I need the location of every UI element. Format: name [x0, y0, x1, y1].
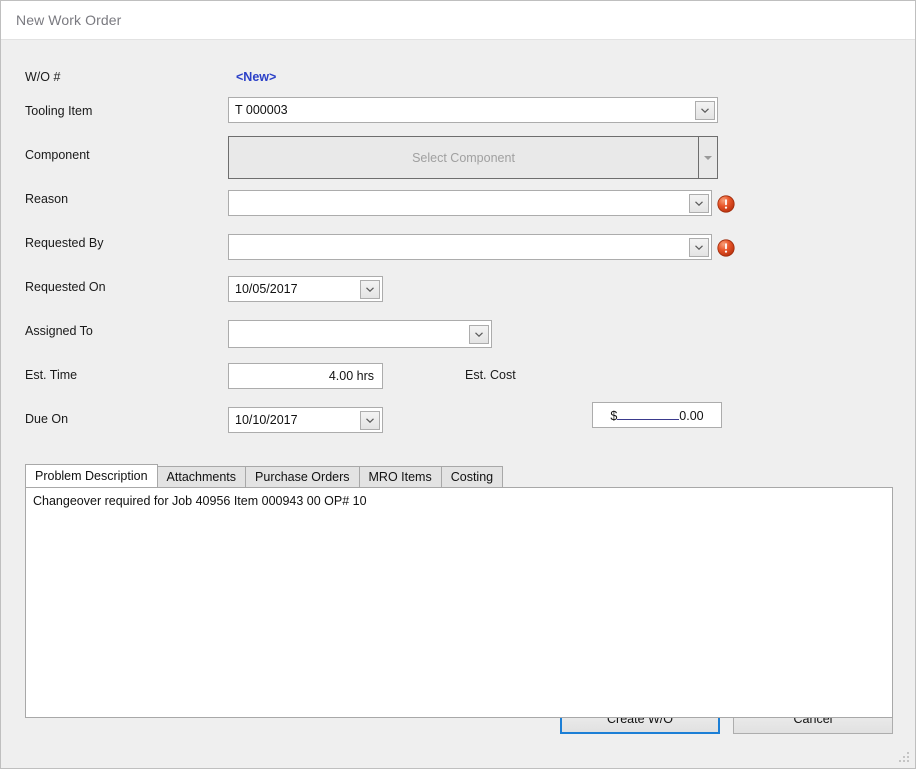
component-dropdown-button[interactable]	[699, 137, 717, 178]
est-cost-value: 0.00	[679, 408, 704, 423]
tab-purchase-orders[interactable]: Purchase Orders	[245, 466, 360, 487]
est-time-value: 4.00 hrs	[328, 369, 374, 383]
label-est-cost: Est. Cost	[465, 368, 516, 382]
chevron-down-icon	[366, 286, 374, 292]
chevron-down-icon	[475, 331, 483, 337]
est-cost-input[interactable]: $ 0.00	[592, 402, 722, 428]
tab-label: Costing	[450, 470, 494, 484]
chevron-down-icon	[366, 417, 374, 423]
tooling-item-combobox[interactable]: T 000003	[228, 97, 718, 123]
reason-dropdown-button[interactable]	[689, 193, 709, 213]
component-placeholder: Select Component	[412, 150, 515, 165]
label-assigned-to: Assigned To	[25, 324, 93, 338]
problem-description-textarea[interactable]: Changeover required for Job 40956 Item 0…	[25, 487, 893, 718]
requested-on-value: 10/05/2017	[235, 282, 298, 296]
tabstrip: Problem Description Attachments Purchase…	[25, 464, 893, 487]
chevron-down-icon	[704, 155, 712, 160]
label-tooling-item: Tooling Item	[25, 104, 93, 118]
problem-description-text: Changeover required for Job 40956 Item 0…	[33, 494, 367, 508]
tab-label: Purchase Orders	[255, 470, 350, 484]
window-titlebar: New Work Order	[1, 1, 915, 40]
requested-by-dropdown-button[interactable]	[689, 237, 709, 257]
tab-label: Attachments	[166, 470, 237, 484]
wo-number-value: <New>	[236, 70, 277, 84]
assigned-to-combobox[interactable]	[228, 320, 492, 348]
form-area: W/O # <New> Tooling Item T 000003 Compon…	[1, 40, 915, 768]
due-on-dropdown-button[interactable]	[360, 410, 380, 430]
requested-on-dropdown-button[interactable]	[360, 279, 380, 299]
tab-attachments[interactable]: Attachments	[156, 466, 247, 487]
due-on-value: 10/10/2017	[235, 413, 298, 427]
label-requested-on: Requested On	[25, 280, 106, 294]
window-title: New Work Order	[16, 12, 122, 28]
tab-label: Problem Description	[35, 469, 148, 483]
tab-mro-items[interactable]: MRO Items	[358, 466, 442, 487]
chevron-down-icon	[695, 200, 703, 206]
requested-by-combobox[interactable]	[228, 234, 712, 260]
label-requested-by: Requested By	[25, 236, 104, 250]
due-on-datepicker[interactable]: 10/10/2017	[228, 407, 383, 433]
requested-by-error-icon	[717, 239, 735, 257]
assigned-to-dropdown-button[interactable]	[469, 324, 489, 344]
est-cost-display: $ 0.00	[593, 408, 721, 423]
label-due-on: Due On	[25, 412, 69, 426]
requested-on-datepicker[interactable]: 10/05/2017	[228, 276, 383, 302]
tab-costing[interactable]: Costing	[440, 466, 504, 487]
label-component: Component	[25, 148, 90, 162]
est-time-input[interactable]: 4.00 hrs	[228, 363, 383, 389]
est-cost-mask	[617, 408, 680, 420]
reason-combobox[interactable]	[228, 190, 712, 216]
label-wo-number: W/O #	[25, 70, 61, 84]
tooling-item-dropdown-button[interactable]	[695, 100, 715, 120]
label-reason: Reason	[25, 192, 69, 206]
tooling-item-value: T 000003	[235, 103, 288, 117]
tab-label: MRO Items	[368, 470, 432, 484]
est-cost-currency-symbol: $	[610, 408, 618, 423]
component-selector[interactable]: Select Component	[228, 136, 718, 179]
tab-problem-description[interactable]: Problem Description	[25, 464, 158, 487]
chevron-down-icon	[695, 244, 703, 250]
label-est-time: Est. Time	[25, 368, 78, 382]
chevron-down-icon	[701, 107, 709, 113]
reason-error-icon	[717, 195, 735, 213]
resize-grip-icon[interactable]	[899, 752, 911, 764]
new-work-order-window: New Work Order W/O # <New> Tooling Item …	[0, 0, 916, 769]
component-display[interactable]: Select Component	[229, 137, 699, 178]
